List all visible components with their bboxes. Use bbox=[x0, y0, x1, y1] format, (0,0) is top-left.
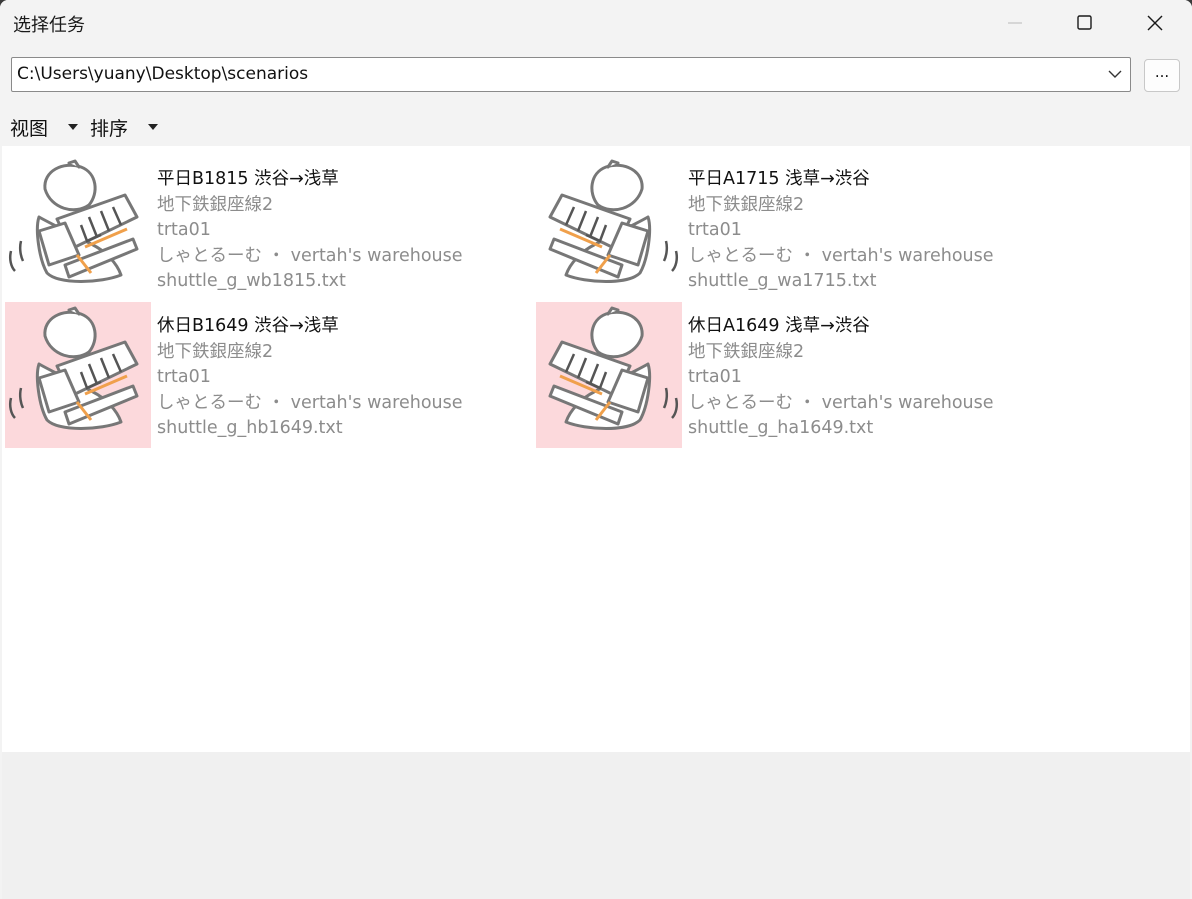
browse-button[interactable]: ... bbox=[1144, 59, 1180, 92]
list-item[interactable]: 平日A1715 浅草→渋谷 地下鉄銀座線2 trta01 しゃとるーむ ・ ve… bbox=[536, 155, 1066, 305]
view-dropdown-icon[interactable] bbox=[68, 124, 78, 130]
item-text: 平日A1715 浅草→渋谷 地下鉄銀座線2 trta01 しゃとるーむ ・ ve… bbox=[688, 167, 994, 295]
window-title: 选择任务 bbox=[13, 15, 85, 36]
character-thumbnail-icon bbox=[5, 155, 151, 301]
path-bar: C:\Users\yuany\Desktop\scenarios ... bbox=[0, 46, 1192, 104]
item-route: 地下鉄銀座線2 bbox=[157, 341, 274, 362]
sort-dropdown-icon[interactable] bbox=[148, 124, 158, 130]
select-task-window: 选择任务 C:\Users\yuany\Desktop\scenarios ..… bbox=[0, 0, 1192, 899]
item-title: 休日B1649 渋谷→浅草 bbox=[157, 316, 339, 336]
list-item[interactable]: 平日B1815 渋谷→浅草 地下鉄銀座線2 trta01 しゃとるーむ ・ ve… bbox=[5, 155, 535, 305]
item-file: shuttle_g_hb1649.txt bbox=[157, 418, 343, 439]
item-code: trta01 bbox=[157, 367, 211, 388]
item-title: 休日A1649 浅草→渋谷 bbox=[688, 316, 870, 336]
list-item[interactable]: 休日A1649 浅草→渋谷 地下鉄銀座線2 trta01 しゃとるーむ ・ ve… bbox=[536, 302, 1066, 452]
item-author: しゃとるーむ ・ vertah's warehouse bbox=[157, 245, 463, 266]
path-value[interactable]: C:\Users\yuany\Desktop\scenarios bbox=[17, 64, 308, 84]
item-file: shuttle_g_wb1815.txt bbox=[157, 271, 346, 292]
chevron-down-icon[interactable] bbox=[1108, 68, 1122, 80]
item-text: 平日B1815 渋谷→浅草 地下鉄銀座線2 trta01 しゃとるーむ ・ ve… bbox=[157, 167, 463, 295]
close-icon bbox=[1147, 15, 1163, 31]
character-thumbnail-icon bbox=[536, 302, 682, 448]
view-menu-button[interactable]: 视图 bbox=[10, 114, 48, 141]
character-thumbnail-icon bbox=[5, 302, 151, 448]
item-text: 休日A1649 浅草→渋谷 地下鉄銀座線2 trta01 しゃとるーむ ・ ve… bbox=[688, 314, 994, 442]
item-title: 平日A1715 浅草→渋谷 bbox=[688, 169, 870, 189]
maximize-icon bbox=[1077, 15, 1092, 30]
character-thumbnail-icon bbox=[536, 155, 682, 301]
title-bar[interactable]: 选择任务 bbox=[0, 0, 1192, 46]
item-title: 平日B1815 渋谷→浅草 bbox=[157, 169, 339, 189]
item-text: 休日B1649 渋谷→浅草 地下鉄銀座線2 trta01 しゃとるーむ ・ ve… bbox=[157, 314, 463, 442]
item-code: trta01 bbox=[688, 367, 742, 388]
item-author: しゃとるーむ ・ vertah's warehouse bbox=[688, 392, 994, 413]
item-code: trta01 bbox=[688, 220, 742, 241]
item-route: 地下鉄銀座線2 bbox=[688, 341, 805, 362]
path-combobox[interactable]: C:\Users\yuany\Desktop\scenarios bbox=[11, 57, 1131, 92]
item-route: 地下鉄銀座線2 bbox=[157, 194, 274, 215]
item-route: 地下鉄銀座線2 bbox=[688, 194, 805, 215]
minimize-button[interactable] bbox=[980, 0, 1050, 46]
item-author: しゃとるーむ ・ vertah's warehouse bbox=[157, 392, 463, 413]
item-code: trta01 bbox=[157, 220, 211, 241]
list-item[interactable]: 休日B1649 渋谷→浅草 地下鉄銀座線2 trta01 しゃとるーむ ・ ve… bbox=[5, 302, 535, 452]
item-file: shuttle_g_wa1715.txt bbox=[688, 271, 877, 292]
task-list: 平日B1815 渋谷→浅草 地下鉄銀座線2 trta01 しゃとるーむ ・ ve… bbox=[2, 146, 1190, 752]
empty-panel bbox=[2, 752, 1190, 899]
minimize-icon bbox=[1008, 22, 1022, 24]
item-author: しゃとるーむ ・ vertah's warehouse bbox=[688, 245, 994, 266]
toolbar: 视图 排序 bbox=[0, 104, 1192, 146]
sort-menu-button[interactable]: 排序 bbox=[90, 114, 128, 141]
item-file: shuttle_g_ha1649.txt bbox=[688, 418, 874, 439]
maximize-button[interactable] bbox=[1050, 0, 1120, 46]
close-button[interactable] bbox=[1120, 0, 1190, 46]
